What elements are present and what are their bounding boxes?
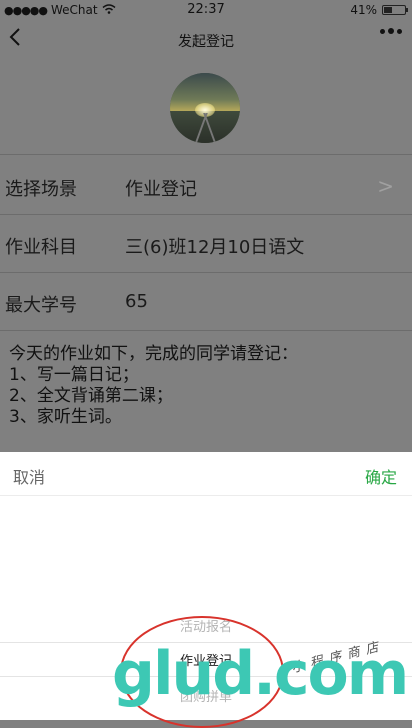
status-bar: ●●●●● WeChat 22:37 41% bbox=[0, 0, 412, 20]
battery-icon bbox=[382, 5, 408, 15]
more-icon[interactable] bbox=[380, 28, 402, 34]
max-number-row[interactable]: 最大学号 65 bbox=[0, 274, 412, 330]
max-number-input[interactable]: 65 bbox=[125, 291, 148, 312]
watermark-text: glud.com bbox=[112, 639, 409, 709]
confirm-button[interactable]: 确定 bbox=[365, 464, 397, 488]
scene-label: 选择场景 bbox=[5, 179, 77, 200]
scene-row[interactable]: 选择场景 作业登记 > bbox=[0, 158, 412, 214]
page-title: 发起登记 bbox=[178, 34, 234, 50]
avatar[interactable] bbox=[170, 73, 240, 143]
subject-row[interactable]: 作业科目 三(6)班12月10日语文 bbox=[0, 216, 412, 272]
cancel-button[interactable]: 取消 bbox=[13, 464, 45, 488]
divider bbox=[0, 330, 412, 331]
status-right: 41% bbox=[350, 3, 408, 17]
scene-value: 作业登记 bbox=[125, 179, 197, 200]
battery-fill bbox=[384, 7, 392, 13]
divider bbox=[0, 214, 412, 215]
divider bbox=[0, 272, 412, 273]
battery-percent: 41% bbox=[350, 3, 377, 17]
nav-bar: 发起登记 bbox=[0, 20, 412, 60]
max-number-label: 最大学号 bbox=[5, 295, 77, 316]
chevron-right-icon[interactable]: > bbox=[377, 174, 394, 198]
subject-label: 作业科目 bbox=[5, 237, 77, 258]
subject-input[interactable]: 三(6)班12月10日语文 bbox=[125, 233, 304, 259]
watermark-logo: 小程序商店 glud.com bbox=[112, 639, 412, 720]
description-textarea[interactable]: 今天的作业如下，完成的同学请登记： 1、写一篇日记； 2、全文背诵第二课； 3、… bbox=[9, 344, 399, 428]
divider bbox=[0, 154, 412, 155]
